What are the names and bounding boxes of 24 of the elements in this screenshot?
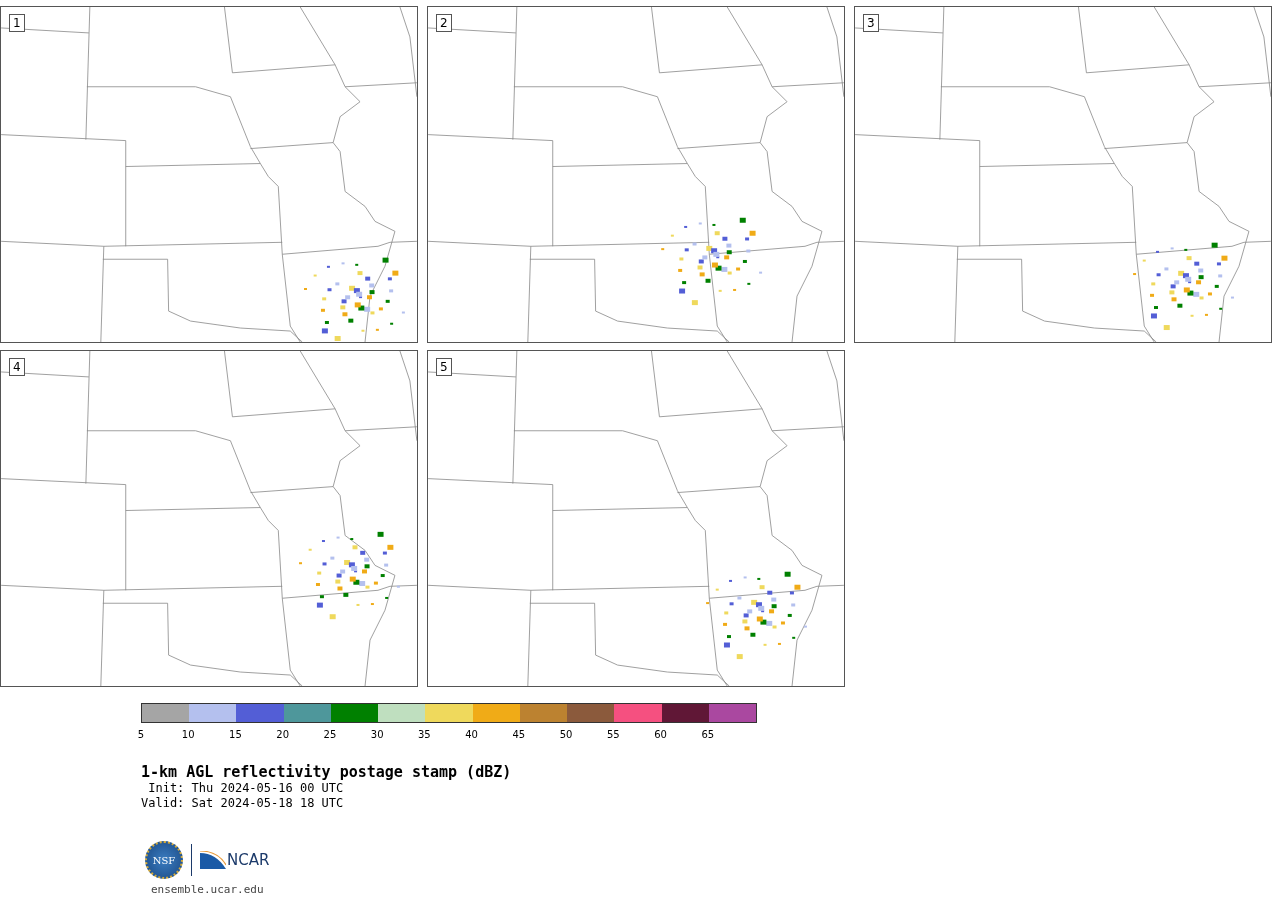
- panel-number: 1: [9, 14, 25, 32]
- tick-label: 60: [654, 729, 667, 740]
- panel-number: 4: [9, 358, 25, 376]
- tick-label: 20: [276, 729, 290, 740]
- tick-label: 65: [701, 729, 715, 740]
- init-time: Init: Thu 2024-05-16 00 UTC: [147, 781, 345, 796]
- ncar-logo: NCAR: [200, 851, 270, 869]
- valid-time: Valid: Sat 2024-05-18 18 UTC: [141, 796, 345, 811]
- panel-number: 2: [436, 14, 452, 32]
- chart-title: 1-km AGL reflectivity postage stamp (dBZ): [141, 763, 513, 781]
- tick-label: 45: [512, 729, 526, 740]
- tick-label: 40: [465, 729, 478, 740]
- nsf-logo: NSF: [145, 841, 183, 879]
- tick-label: 10: [181, 729, 195, 740]
- tick-label: 55: [606, 729, 620, 740]
- tick-label: 30: [370, 729, 384, 740]
- panel-number: 5: [436, 358, 452, 376]
- tick-label: 35: [418, 729, 431, 740]
- site-url: ensemble.ucar.edu: [150, 883, 265, 896]
- tick-label: 5: [137, 729, 145, 740]
- tick-label: 15: [229, 729, 242, 740]
- tick-label: 25: [323, 729, 337, 740]
- tick-label: 50: [559, 729, 573, 740]
- panel-number: 3: [863, 14, 879, 32]
